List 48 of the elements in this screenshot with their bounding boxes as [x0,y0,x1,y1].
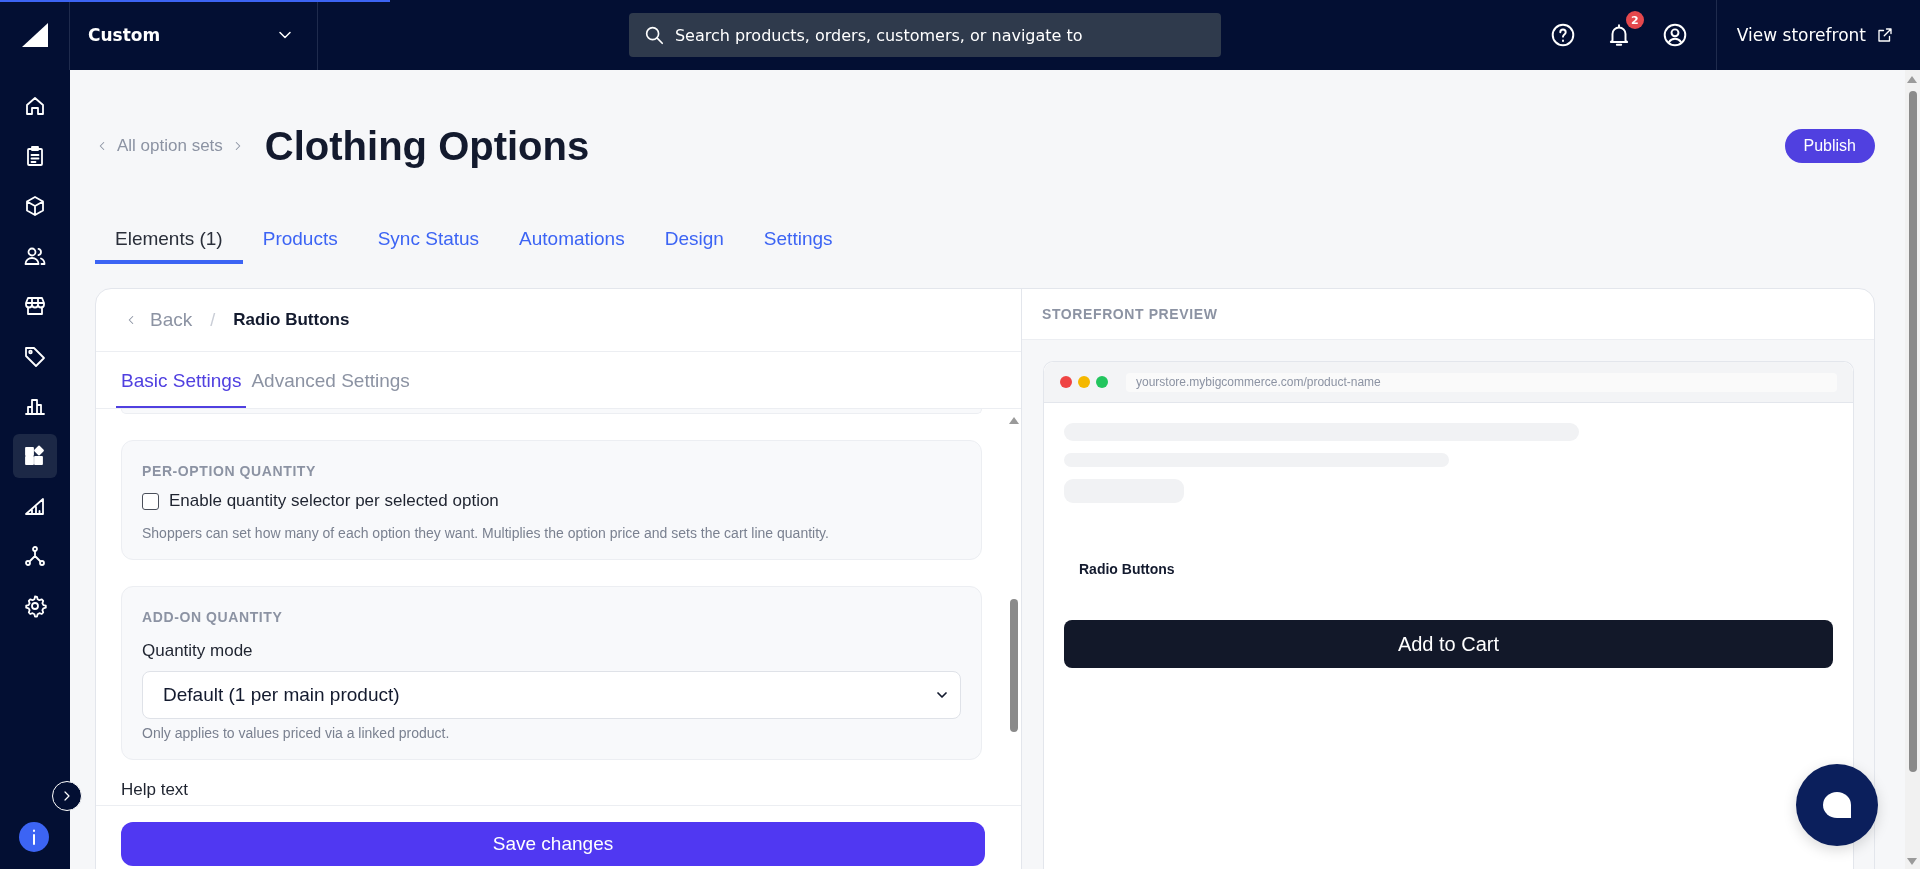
breadcrumb-separator: / [210,309,216,331]
external-link-icon [1876,26,1894,44]
element-name: Radio Buttons [233,310,350,330]
network-icon [23,544,47,568]
window-dot [1078,376,1090,388]
view-storefront-link[interactable]: View storefront [1715,0,1920,70]
checkbox-label[interactable]: Enable quantity selector per selected option [169,491,499,511]
scrollbar-thumb[interactable] [1010,599,1018,732]
tab[interactable]: Automations [499,220,645,264]
tab[interactable]: Sync Status [357,220,500,264]
window-dot [1096,376,1108,388]
gear-icon [23,594,47,618]
publish-button[interactable]: Publish [1784,129,1875,163]
storefront-icon [23,294,47,318]
add-to-cart-button[interactable]: Add to Cart [1064,620,1833,668]
info-icon[interactable] [19,822,49,852]
scroll-up-arrow[interactable] [1008,415,1020,425]
url-bar: yourstore.mybigcommerce.com/product-name [1126,372,1837,392]
notification-badge: 2 [1625,11,1644,29]
checkbox[interactable] [142,492,159,510]
tag-icon [23,344,47,368]
sidebar-item[interactable] [13,434,57,478]
logo-icon[interactable] [21,23,48,47]
apps-icon [23,444,47,468]
tab[interactable]: Design [644,220,744,264]
chat-bubble-icon [1822,791,1852,819]
store-selector[interactable]: Custom [70,0,318,70]
tab[interactable]: Settings [743,220,853,264]
scrollbar-thumb[interactable] [1909,91,1917,772]
quantity-mode-select[interactable]: Default (1 per main product) [142,671,961,719]
tab[interactable]: Products [242,220,358,264]
user-icon [1661,22,1688,48]
home-icon [23,94,47,118]
help-text-label: Help text [121,780,190,800]
hint-text: Only applies to values priced via a linked product. [142,725,451,741]
hint-text: Shoppers can set how many of each option they want. Multiplies the option price and sets the cart line quantity. [142,525,830,541]
option-label: Radio Buttons [1079,561,1176,577]
cube-icon [23,194,47,218]
window-dot [1060,376,1072,388]
section-heading: PER-OPTION QUANTITY [142,463,317,479]
field-label: Quantity mode [142,641,254,661]
search-field[interactable]: Search products, orders, customers, or navigate to [628,13,1221,57]
help-icon [1549,22,1576,48]
section-heading: ADD-ON QUANTITY [142,609,284,625]
expand-button[interactable] [52,781,82,811]
save-button[interactable]: Save changes [121,822,985,866]
page-title: Clothing Options [264,123,591,169]
tab[interactable]: Elements (1) [95,220,243,264]
